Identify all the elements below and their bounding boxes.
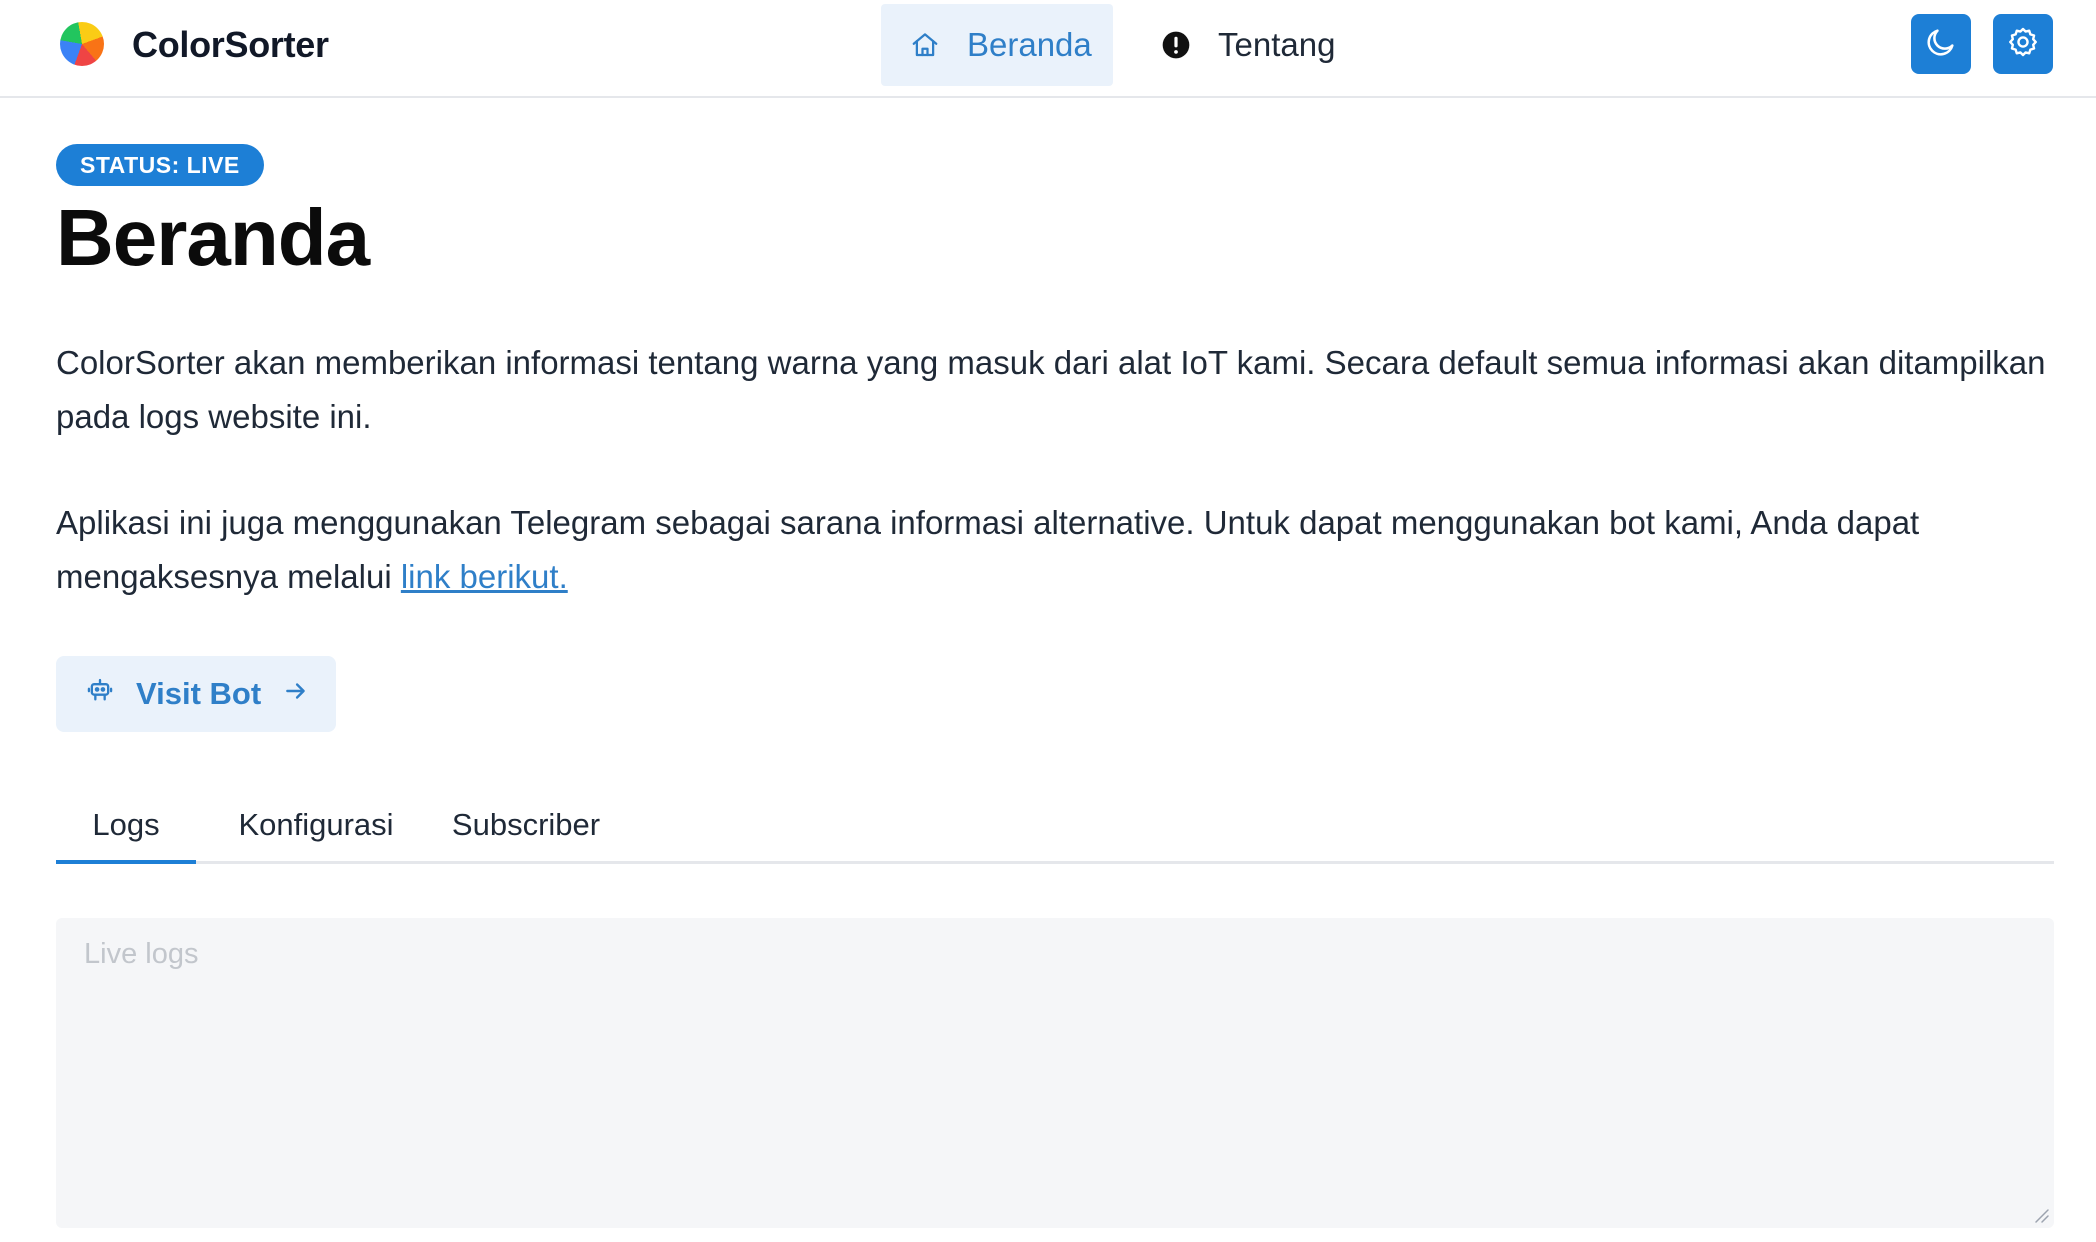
arrow-right-icon: [283, 676, 309, 712]
nav-item-tentang-label: Tentang: [1218, 26, 1336, 63]
moon-icon: [1924, 25, 1958, 64]
top-navbar: ColorSorter Beranda Tentang: [0, 0, 2096, 98]
intro-paragraph: ColorSorter akan memberikan informasi te…: [56, 344, 2046, 435]
telegram-paragraph: Aplikasi ini juga menggunakan Telegram s…: [56, 496, 2056, 604]
tab-konfigurasi[interactable]: Konfigurasi: [230, 792, 402, 864]
info-icon: [1160, 29, 1192, 61]
content-tabs: Logs Konfigurasi Subscriber: [56, 792, 2054, 864]
colorsorter-logo-icon[interactable]: [60, 22, 104, 66]
visit-bot-label: Visit Bot: [136, 676, 262, 711]
resize-handle-icon[interactable]: [2030, 1204, 2050, 1224]
visit-bot-button[interactable]: Visit Bot: [56, 656, 336, 732]
telegram-link[interactable]: link berikut.: [401, 558, 568, 595]
tab-logs[interactable]: Logs: [56, 792, 196, 864]
telegram-paragraph-text: Aplikasi ini juga menggunakan Telegram s…: [56, 504, 1920, 595]
page-title: Beranda: [56, 193, 370, 282]
status-badge: STATUS: LIVE: [56, 144, 264, 186]
home-icon: [909, 29, 941, 61]
settings-button[interactable]: [1993, 14, 2053, 74]
robot-icon: [86, 676, 114, 712]
brand-name[interactable]: ColorSorter: [132, 24, 329, 66]
nav-item-beranda[interactable]: Beranda: [881, 4, 1113, 86]
live-logs-textarea[interactable]: [84, 938, 2026, 1208]
tab-subscriber[interactable]: Subscriber: [444, 792, 608, 864]
nav-item-beranda-label: Beranda: [967, 26, 1092, 63]
theme-toggle-button[interactable]: [1911, 14, 1971, 74]
logs-panel: [56, 918, 2054, 1228]
nav-item-tentang[interactable]: Tentang: [1160, 4, 1380, 86]
gear-icon: [2006, 25, 2040, 64]
